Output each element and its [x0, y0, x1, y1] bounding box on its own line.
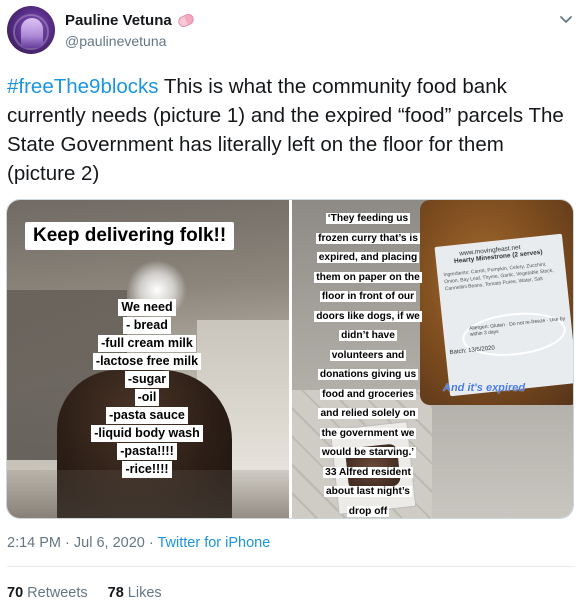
likes-stat[interactable]: 78 Likes: [108, 585, 162, 601]
quote-line: frozen curry that’s is: [316, 232, 420, 244]
quote-line: drop off: [346, 505, 390, 517]
retweets-stat[interactable]: 70 Retweets: [7, 585, 88, 601]
expired-caption: And it's expired: [443, 382, 526, 394]
tweet-stats: 70 Retweets 78 Likes: [7, 585, 162, 601]
quote-line: would be starving.’: [319, 447, 417, 458]
quote-line: and relied solely on: [318, 408, 418, 419]
tweet-text: #freeThe9blocks This is what the communi…: [7, 72, 575, 188]
meta-separator: ·: [61, 535, 74, 551]
likes-count: 78: [107, 585, 124, 601]
needs-item: We need: [118, 299, 176, 316]
label-ingredients: Ingredients: Carrot, Pumpkin, Celery, Zu…: [443, 261, 554, 293]
needs-item: -rice!!!!: [122, 461, 172, 478]
quote-line: food and groceries: [320, 388, 416, 400]
retweets-label: Retweets: [27, 585, 88, 601]
tweet-source-link[interactable]: Twitter for iPhone: [157, 535, 270, 551]
needs-item: -full cream milk: [98, 335, 196, 352]
name-row: Pauline Vetuna: [65, 12, 196, 29]
media-grid: Keep delivering folk!! We need - bread -…: [6, 199, 574, 519]
needs-item: -lactose free milk: [92, 353, 202, 370]
hashtag-link[interactable]: #freeThe9blocks: [7, 75, 159, 98]
display-name[interactable]: Pauline Vetuna: [65, 12, 172, 29]
tweet-header: Pauline Vetuna @paulinevetuna: [7, 4, 575, 60]
quote-line: didn’t have: [339, 330, 397, 341]
avatar-figure: [21, 18, 43, 48]
likes-label: Likes: [127, 585, 162, 601]
meta-separator: ·: [144, 535, 158, 551]
tweet-time[interactable]: 2:14 PM: [7, 535, 61, 551]
needs-item: - bread: [123, 317, 171, 334]
media-photo-2[interactable]: www.movingfeast.net Hearty Minestrone (2…: [292, 200, 573, 518]
divider: [7, 566, 575, 567]
quote-line: expired, and placing: [316, 252, 420, 263]
quote-line: donations giving us: [317, 369, 419, 380]
resident-quote: ‘They feeding us frozen curry that’s is …: [300, 208, 436, 518]
pill-emoji-icon: [176, 12, 196, 29]
needs-item: -oil: [134, 389, 160, 406]
chevron-down-icon[interactable]: [557, 10, 575, 28]
tweet-date[interactable]: Jul 6, 2020: [74, 535, 145, 551]
quote-line: the government we: [319, 427, 417, 439]
needs-item: -pasta sauce: [106, 407, 188, 424]
needs-list: We need - bread -full cream milk -lactos…: [57, 298, 237, 478]
quote-line: floor in front of our: [319, 291, 417, 302]
food-label: www.movingfeast.net Hearty Minestrone (2…: [434, 233, 573, 397]
quote-line: doors like dogs, if we: [314, 310, 422, 322]
tweet-timestamp: 2:14 PM · Jul 6, 2020 · Twitter for iPho…: [7, 535, 270, 551]
quote-line: them on paper on the: [314, 271, 422, 283]
media-photo-1[interactable]: Keep delivering folk!! We need - bread -…: [7, 200, 289, 518]
needs-item: -liquid body wash: [91, 425, 203, 442]
user-handle[interactable]: @paulinevetuna: [65, 33, 166, 49]
needs-item: -pasta!!!!: [117, 443, 177, 460]
quote-line: volunteers and: [329, 349, 407, 361]
story-title-sticker: Keep delivering folk!!: [25, 222, 235, 250]
quote-line: about last night’s: [324, 486, 412, 497]
quote-line: 33 Alfred resident: [323, 466, 413, 478]
quote-line: ‘They feeding us: [325, 213, 411, 224]
retweets-count: 70: [7, 585, 24, 601]
needs-item: -sugar: [124, 371, 170, 388]
avatar[interactable]: [7, 6, 55, 54]
